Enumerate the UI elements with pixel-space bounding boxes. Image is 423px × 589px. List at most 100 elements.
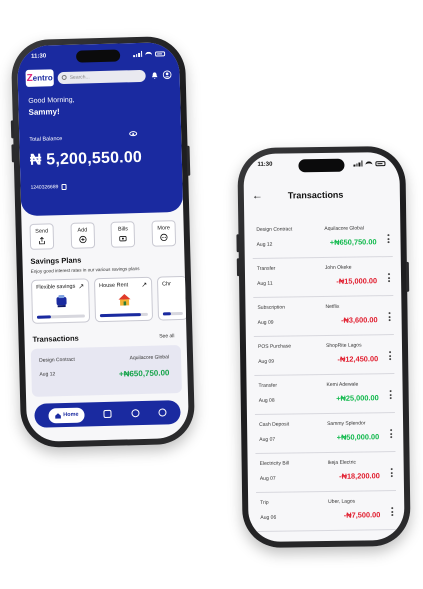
tx-counterparty: Aquilacore Global [324,225,364,232]
bottom-nav: Home [34,400,181,428]
transaction-row[interactable]: POS Purchase Aug 09 ShopRite Lagos -₦12,450… [253,335,395,376]
tx-description: Design Contract [39,356,76,364]
more-options-icon[interactable] [390,468,393,478]
battery-icon [155,50,166,57]
plus-circle-icon [78,235,87,244]
transaction-row[interactable]: Electricity Bill Aug 07 Ikeja Electric -₦18… [255,452,397,493]
tx-date: Aug 12 [256,241,273,248]
plan-label: Chr [162,281,172,288]
more-button[interactable]: More [151,220,177,247]
bell-icon[interactable] [150,70,159,79]
transaction-row[interactable]: Cash Deposit Aug 07 Sammy Splendor +₦50,000… [254,413,396,454]
home-header: 11:30 Zentro Search... Good Morning, Sam… [16,41,184,217]
tx-amount: -₦3,600.00 [340,315,378,325]
transaction-row[interactable]: Trip Aug 06 Uber, Lagos -₦7,500.00 [256,491,397,532]
tx-amount: -₦18,200.00 [339,471,380,481]
bill-icon [119,236,127,242]
account-number: 1240326689 [30,183,67,191]
bills-button[interactable]: Bills [110,221,136,248]
eye-icon[interactable] [129,131,138,137]
more-options-icon[interactable] [387,273,391,283]
transaction-row[interactable]: Subscription Aug 09 Netflix -₦3,600.00 [253,296,394,337]
search-input[interactable]: Search... [57,69,146,84]
battery-icon [375,160,386,166]
mockup-stage: 11:30 Zentro Search... Good Morning, Sam… [0,0,423,589]
quick-actions: Send Add Bills More [29,220,177,250]
tx-description: Cash Deposit [259,421,290,428]
tx-date: Aug 09 [258,358,275,365]
search-icon [61,74,67,81]
tx-date: Aug 08 [258,397,275,404]
tx-counterparty: Ikeja Electric [327,459,357,466]
tx-amount: -₦7,500.00 [343,510,381,520]
plan-card-house-rent[interactable]: House Rent ↗ [93,276,154,323]
phone-home: 11:30 Zentro Search... Good Morning, Sam… [10,35,196,449]
tx-description: Transfer [258,382,278,389]
more-options-icon[interactable] [389,390,392,400]
more-options-icon[interactable] [390,429,393,439]
wifi-icon [365,160,373,166]
dynamic-island [298,158,345,173]
signal-icon [353,160,363,167]
tx-amount: +₦650,750.00 [329,237,377,247]
volume-up-button [236,234,240,253]
transaction-row[interactable]: Design Contract Aug 12 Aquilacore Global +₦… [252,218,393,259]
account-number-text: 1240326689 [30,184,59,191]
status-time: 11:30 [257,161,273,168]
more-options-icon[interactable] [387,234,390,244]
user-name: Sammy! [28,107,60,117]
dynamic-island [75,49,121,63]
tx-counterparty: Sammy Splendor [327,420,366,427]
add-button[interactable]: Add [70,222,95,249]
wallet-icon[interactable] [103,409,113,419]
search-placeholder: Search... [69,73,90,81]
tx-counterparty: Netflix [325,303,340,310]
copy-icon[interactable] [61,183,67,191]
more-options-icon[interactable] [388,312,391,322]
tx-description: Trip [260,499,269,506]
plan-card-partial[interactable]: Chr [156,275,189,321]
transaction-row[interactable]: Transfer Aug 08 Kemi Adewale +₦25,000.00 [254,374,395,415]
status-time: 11:30 [31,53,47,60]
profile-nav-icon[interactable] [158,408,167,417]
transaction-row[interactable]: Transfer Aug 11 John Okeke -₦15,000.00 [252,257,394,298]
arrow-up-right-icon: ↗ [78,283,85,291]
total-balance-label: Total Balance [29,136,63,143]
back-arrow-icon[interactable]: ← [252,190,278,202]
volume-down-button [236,258,241,277]
arrow-up-right-icon: ↗ [141,281,148,290]
profile-icon[interactable] [162,70,172,80]
see-all-link[interactable]: See all [159,333,174,339]
plan-label: House Rent [99,282,129,290]
plan-card-flexible-savings[interactable]: Flexible savings ↗ [30,278,91,324]
tx-counterparty: ShopRite Lagos [325,342,362,349]
send-button[interactable]: Send [29,223,55,250]
zentro-logo: Zentro [25,69,54,87]
tx-description: Subscription [257,304,286,311]
home-screen: 11:30 Zentro Search... Good Morning, Sam… [16,41,190,443]
nav-home[interactable]: Home [48,407,85,423]
more-label: More [157,225,170,232]
house-icon [118,293,131,306]
plan-progress [36,314,85,319]
tx-amount: -₦12,450.00 [337,354,379,364]
balance-amount: ₦ 5,200,550.00 [29,148,143,169]
tx-date: Aug 07 [259,475,276,482]
plan-progress [99,312,148,318]
latest-transaction-card[interactable]: Design Contract Aug 12 Aquilacore Global… [30,345,182,397]
volume-up-button [10,120,15,139]
power-button [405,261,410,292]
more-options-icon[interactable] [389,351,392,361]
tx-description: Electricity Bill [259,460,290,467]
power-button [186,145,191,176]
savings-plans-list: Flexible savings ↗ House Rent ↗ Chr [30,275,189,324]
tx-amount: -₦15,000.00 [336,276,378,286]
tx-counterparty: Kemi Adewale [326,381,359,388]
tx-amount: +₦650,750.00 [118,368,170,379]
cards-icon[interactable] [131,409,140,418]
tx-date: Aug 09 [257,319,274,326]
transactions-screen: 11:30 ← Transactions Design Contract Aug … [243,151,405,543]
transactions-title: Transactions [32,333,79,344]
tx-amount: +₦50,000.00 [336,432,380,442]
more-options-icon[interactable] [391,507,394,517]
